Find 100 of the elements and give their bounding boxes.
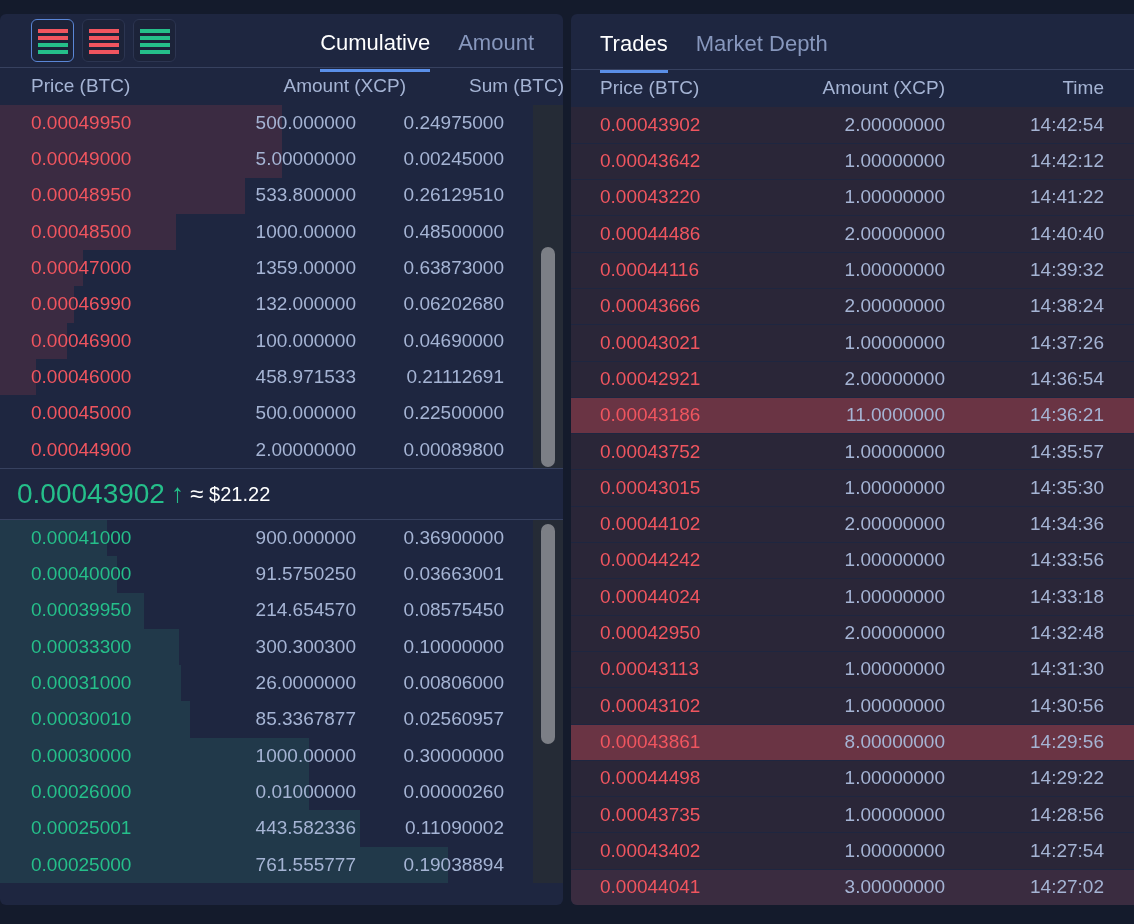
sum-cell-text: 0.63873000 xyxy=(402,256,504,281)
amount-cell-text: 2.00000000 xyxy=(254,437,356,462)
price-cell-text: 0.00043220 xyxy=(600,185,702,210)
view-toggle-button[interactable] xyxy=(133,19,176,62)
amount-cell-text: 900.000000 xyxy=(254,525,356,550)
sum-cell-text: 0.00806000 xyxy=(402,671,504,696)
scrollbar[interactable] xyxy=(533,105,563,468)
sum-cell-text: 0.06202680 xyxy=(402,292,504,317)
lines-icon xyxy=(139,26,170,55)
amount-cell-text: 1359.00000 xyxy=(254,256,356,281)
amount-cell-text: 761.555777 xyxy=(254,852,356,877)
time-cell-text: 14:35:30 xyxy=(1029,475,1104,500)
time-cell-text: 14:27:54 xyxy=(1029,838,1104,863)
price-cell-text: 0.00030010 xyxy=(31,707,133,732)
amount-cell-text: 2.00000000 xyxy=(843,294,945,319)
time-cell-text: 14:39:32 xyxy=(1029,258,1104,283)
view-toggle-button[interactable] xyxy=(82,19,125,62)
sum-cell-text: 0.11090002 xyxy=(404,816,504,841)
price-cell-text: 0.00039950 xyxy=(31,598,133,623)
price-cell-text: 0.00048950 xyxy=(31,183,133,208)
amount-cell-text: 8.00000000 xyxy=(843,729,945,754)
amount-cell-text: 2.00000000 xyxy=(843,221,945,246)
amount-cell-text: 1.00000000 xyxy=(843,185,945,210)
sum-cell-text: 0.22500000 xyxy=(402,401,504,426)
price-cell-text: 0.00040000 xyxy=(31,562,133,587)
tab[interactable]: Amount xyxy=(458,14,534,72)
price-cell-text: 0.00031000 xyxy=(31,671,133,696)
time-cell-text: 14:38:24 xyxy=(1029,294,1104,319)
sum-cell-text: 0.30000000 xyxy=(402,743,504,768)
amount-cell-text: 132.000000 xyxy=(254,292,356,317)
view-toggle-button[interactable] xyxy=(31,19,74,62)
price-cell-text: 0.00043186 xyxy=(600,403,702,428)
tab[interactable]: Cumulative xyxy=(320,14,431,72)
last-price: 0.00043902 xyxy=(17,476,165,511)
time-cell-text: 14:29:22 xyxy=(1029,766,1104,791)
price-cell-text: 0.00044024 xyxy=(600,584,702,609)
time-cell-text: 14:42:12 xyxy=(1029,149,1104,174)
tab[interactable]: Trades xyxy=(600,14,668,73)
amount-cell-text: 0.01000000 xyxy=(254,779,356,804)
arrow-icon: ↑ xyxy=(170,474,184,514)
time-cell-text: 14:36:54 xyxy=(1029,366,1104,391)
amount-cell-text: 26.0000000 xyxy=(254,671,356,696)
amount-cell-text: 91.5750250 xyxy=(254,562,356,587)
price-cell-text: 0.00044041 xyxy=(600,875,702,900)
price-cell-text: 0.00045000 xyxy=(31,401,133,426)
amount-cell-text: 1.00000000 xyxy=(843,693,945,718)
sum-cell-text: 0.10000000 xyxy=(402,634,504,659)
amount-cell-text: 500.000000 xyxy=(254,110,356,135)
price-cell-text: 0.00043015 xyxy=(600,475,702,500)
price-cell-text: 0.00043402 xyxy=(600,838,702,863)
price-cell-text: 0.00043666 xyxy=(600,294,702,319)
scrollbar[interactable] xyxy=(533,519,563,883)
sum-cell-text: 0.36900000 xyxy=(402,525,504,550)
lines-icon xyxy=(37,26,68,55)
price-cell-text: 0.00049950 xyxy=(31,110,133,135)
price-cell-text: 0.00044102 xyxy=(600,512,702,537)
price-cell-text: 0.00043021 xyxy=(600,330,702,355)
time-cell-text: 14:28:56 xyxy=(1029,802,1104,827)
amount-cell-text: 2.00000000 xyxy=(843,112,945,137)
price-cell-text: 0.00044116 xyxy=(600,258,700,283)
time-cell-text: 14:40:40 xyxy=(1029,221,1104,246)
price-cell-text: 0.00044242 xyxy=(600,548,702,573)
amount-cell-text: 11.0000000 xyxy=(845,403,945,428)
amount-cell-text: 1.00000000 xyxy=(843,258,945,283)
time-cell-text: 14:31:30 xyxy=(1029,657,1104,682)
tab[interactable]: Market Depth xyxy=(695,14,828,73)
sum-cell-text: 0.00000260 xyxy=(402,779,504,804)
amount-cell-text: 2.00000000 xyxy=(843,621,945,645)
column-header: Price (BTC) xyxy=(600,76,701,100)
amount-cell-text: 458.971533 xyxy=(254,364,356,389)
amount-cell-text: 1.00000000 xyxy=(843,548,945,573)
price-cell-text: 0.00047000 xyxy=(31,256,133,281)
amount-cell-text: 2.00000000 xyxy=(843,366,945,391)
sum-cell-text: 0.00089800 xyxy=(402,437,504,462)
usd-price: $21.22 xyxy=(209,481,271,507)
price-cell-text: 0.00043752 xyxy=(600,439,702,464)
price-cell-text: 0.00043642 xyxy=(600,149,702,174)
price-cell-text: 0.00026000 xyxy=(31,779,133,804)
sum-cell-text: 0.03663001 xyxy=(402,562,504,587)
amount-cell-text: 5.00000000 xyxy=(254,147,356,172)
time-cell-text: 14:34:36 xyxy=(1029,512,1104,537)
price-cell-text: 0.00048500 xyxy=(31,219,133,244)
time-cell-text: 14:32:48 xyxy=(1029,621,1104,645)
time-cell-text: 14:27:02 xyxy=(1029,875,1104,900)
sum-cell-text: 0.08575450 xyxy=(402,598,504,623)
price-cell-text: 0.00030000 xyxy=(31,743,133,768)
price-cell-text: 0.00043902 xyxy=(600,112,702,137)
amount-cell-text: 1.00000000 xyxy=(843,475,945,500)
price-cell-text: 0.00044498 xyxy=(600,766,702,791)
price-cell-text: 0.00042950 xyxy=(600,621,702,645)
sum-cell-text: 0.00245000 xyxy=(402,147,504,172)
lines-icon xyxy=(88,26,119,55)
price-cell-text: 0.00046990 xyxy=(31,292,133,317)
time-cell-text: 14:30:56 xyxy=(1029,693,1104,718)
price-cell-text: 0.00043735 xyxy=(600,802,702,827)
amount-cell-text: 500.000000 xyxy=(254,401,356,426)
sum-cell-text: 0.04690000 xyxy=(402,328,504,353)
amount-cell-text: 100.000000 xyxy=(254,328,356,353)
price-cell-text: 0.00025001 xyxy=(31,816,133,841)
sum-cell-text: 0.24975000 xyxy=(402,110,504,135)
